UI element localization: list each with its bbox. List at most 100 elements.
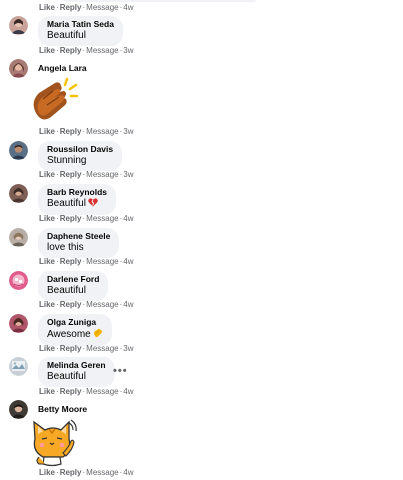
comment-text-content: Awesome	[47, 329, 91, 340]
comment-actions: Like·Reply·Message·3w	[39, 127, 134, 137]
comment-actions: Like·Reply·Message·3w	[39, 170, 134, 180]
timestamp[interactable]: 3w	[123, 46, 133, 55]
commenter-name[interactable]: Barb Reynolds	[47, 187, 107, 198]
comment-bubble: Darlene Ford Beautiful	[38, 271, 109, 301]
comment-actions: Like·Reply·Message·4w	[39, 214, 134, 224]
message-link[interactable]: Message	[86, 170, 118, 179]
timestamp[interactable]: 4w	[123, 257, 133, 266]
comment-bubble: Barb Reynolds Beautiful	[38, 184, 116, 215]
commenter-name[interactable]: Daphene Steele	[47, 231, 110, 242]
timestamp[interactable]: 4w	[123, 3, 133, 12]
separator: ·	[82, 387, 86, 396]
reply-link[interactable]: Reply	[60, 3, 82, 12]
reply-link[interactable]: Reply	[60, 46, 82, 55]
like-link[interactable]: Like	[39, 170, 55, 179]
commenter-name[interactable]: Maria Tatin Seda	[47, 19, 114, 30]
reply-link[interactable]: Reply	[60, 170, 82, 179]
comment-text: Beautiful	[47, 371, 86, 382]
separator: ·	[119, 3, 123, 12]
timestamp[interactable]: 4w	[123, 387, 133, 396]
commenter-name[interactable]: Betty Moore	[38, 404, 87, 414]
comment-text: Beautiful	[47, 30, 86, 41]
separator: ·	[82, 344, 86, 353]
commenter-name[interactable]: Darlene Ford	[47, 274, 99, 285]
reply-link[interactable]: Reply	[60, 344, 82, 353]
message-link[interactable]: Message	[86, 387, 118, 396]
comment-text: Awesome	[47, 328, 103, 342]
reply-link[interactable]: Reply	[60, 468, 82, 477]
separator: ·	[119, 46, 123, 55]
message-link[interactable]: Message	[86, 127, 118, 136]
avatar[interactable]	[9, 314, 28, 333]
reply-link[interactable]: Reply	[60, 127, 82, 136]
avatar[interactable]	[9, 141, 28, 160]
separator: ·	[56, 387, 59, 396]
comment-actions: Like·Reply·Message·4w	[39, 3, 134, 13]
broken-heart-icon	[88, 198, 98, 211]
avatar[interactable]	[9, 357, 28, 376]
timestamp[interactable]: 3w	[123, 127, 133, 136]
timestamp[interactable]: 4w	[123, 214, 133, 223]
like-link[interactable]: Like	[39, 127, 55, 136]
message-link[interactable]: Message	[86, 468, 118, 477]
timestamp[interactable]: 3w	[123, 170, 133, 179]
commenter-name[interactable]: Roussilon Davis	[47, 144, 113, 155]
separator: ·	[82, 3, 86, 12]
like-link[interactable]: Like	[39, 344, 55, 353]
commenter-name[interactable]: Angela Lara	[38, 63, 87, 73]
comment-actions: Like·Reply·Message·4w	[39, 257, 134, 267]
comment-text: love this	[47, 242, 84, 253]
comment-actions: Like·Reply·Message·3w	[39, 46, 134, 56]
comment-bubble: Maria Tatin Seda Beautiful	[38, 16, 123, 46]
like-link[interactable]: Like	[39, 300, 55, 309]
separator: ·	[56, 257, 59, 266]
separator: ·	[56, 127, 59, 136]
separator: ·	[56, 300, 59, 309]
separator: ·	[82, 300, 86, 309]
comment-bubble: Melinda Geren Beautiful	[38, 357, 115, 387]
separator: ·	[82, 46, 86, 55]
like-link[interactable]: Like	[39, 468, 55, 477]
timestamp[interactable]: 3w	[123, 344, 133, 353]
more-options-button[interactable]: •••	[113, 365, 128, 377]
separator: ·	[82, 127, 86, 136]
separator: ·	[82, 468, 86, 477]
message-link[interactable]: Message	[86, 214, 118, 223]
avatar[interactable]	[9, 400, 28, 419]
comment-bubble: Daphene Steele love this	[38, 228, 120, 258]
separator: ·	[82, 257, 86, 266]
comment-bubble: Olga Zuniga Awesome	[38, 314, 112, 346]
like-link[interactable]: Like	[39, 46, 55, 55]
like-link[interactable]: Like	[39, 387, 55, 396]
comment-text: Stunning	[47, 155, 87, 166]
reply-link[interactable]: Reply	[60, 257, 82, 266]
reply-link[interactable]: Reply	[60, 300, 82, 309]
reply-link[interactable]: Reply	[60, 214, 82, 223]
separator: ·	[119, 170, 123, 179]
message-link[interactable]: Message	[86, 46, 118, 55]
comment-text-content: Beautiful	[47, 198, 86, 209]
comment-actions: Like·Reply·Message·4w	[39, 468, 134, 478]
avatar[interactable]	[9, 59, 28, 78]
comment-actions: Like·Reply·Message·4w	[39, 300, 134, 310]
comment-text: Beautiful	[47, 285, 86, 296]
reply-link[interactable]: Reply	[60, 387, 82, 396]
separator: ·	[82, 214, 86, 223]
timestamp[interactable]: 4w	[123, 468, 133, 477]
timestamp[interactable]: 4w	[123, 300, 133, 309]
like-link[interactable]: Like	[39, 3, 55, 12]
commenter-name[interactable]: Melinda Geren	[47, 360, 106, 371]
separator: ·	[119, 387, 123, 396]
message-link[interactable]: Message	[86, 300, 118, 309]
message-link[interactable]: Message	[86, 257, 118, 266]
message-link[interactable]: Message	[86, 344, 118, 353]
separator: ·	[119, 468, 123, 477]
avatar[interactable]	[9, 16, 28, 35]
message-link[interactable]: Message	[86, 3, 118, 12]
avatar[interactable]	[9, 271, 28, 290]
like-link[interactable]: Like	[39, 257, 55, 266]
commenter-name[interactable]: Olga Zuniga	[47, 317, 103, 328]
avatar[interactable]	[9, 184, 28, 203]
avatar[interactable]	[9, 228, 28, 247]
like-link[interactable]: Like	[39, 214, 55, 223]
